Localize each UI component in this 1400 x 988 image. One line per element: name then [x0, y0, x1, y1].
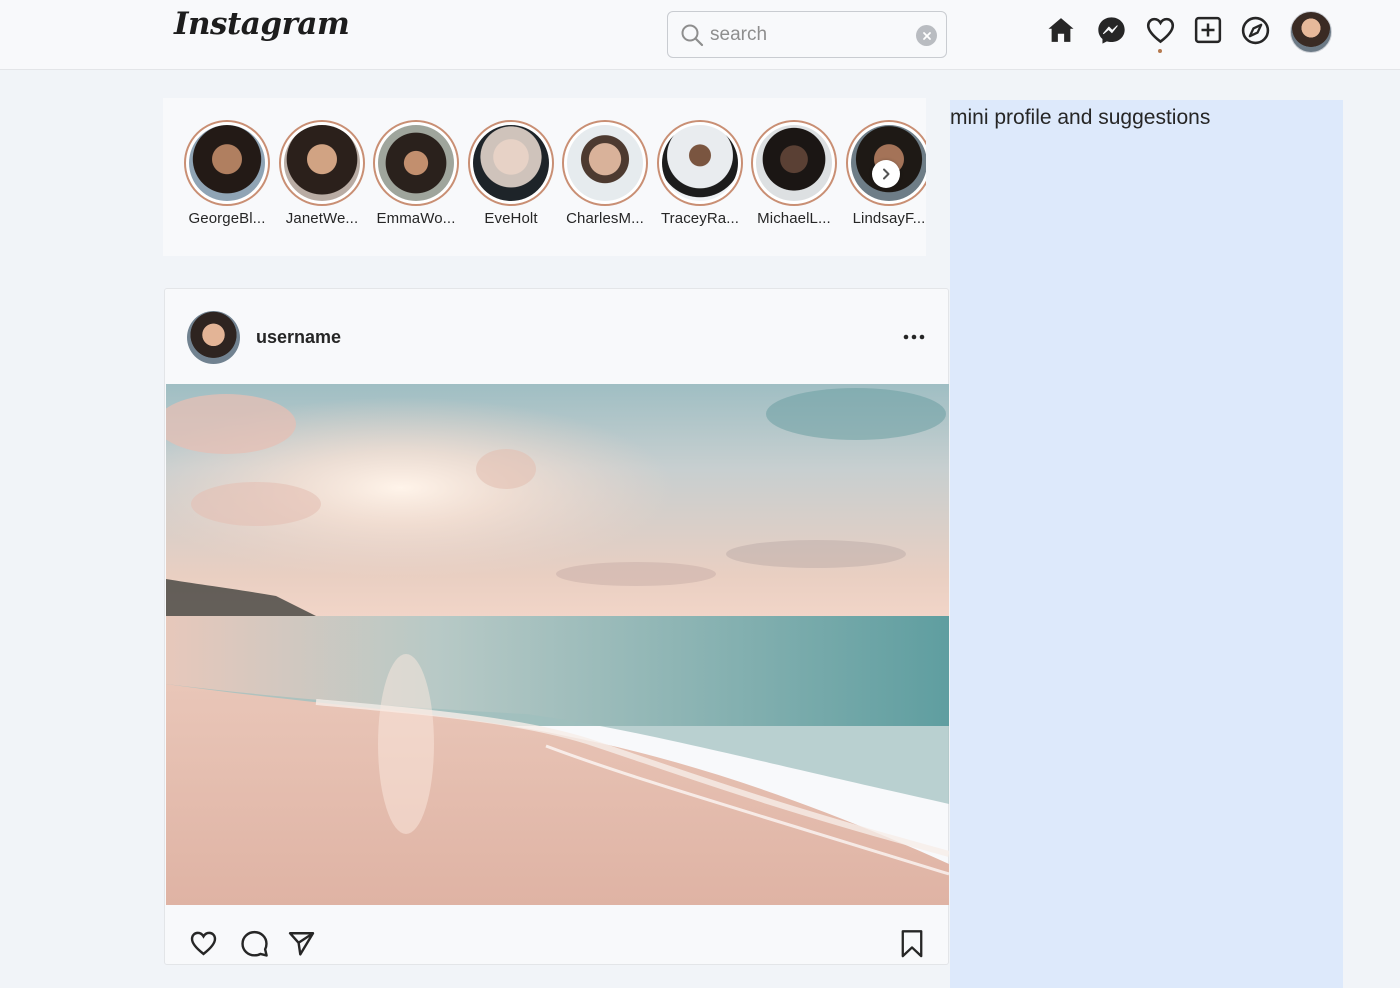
story-avatar [284, 125, 360, 201]
story-avatar [662, 125, 738, 201]
story-ring [279, 120, 365, 206]
story-item[interactable]: TraceyRa... [654, 120, 746, 227]
close-icon [922, 31, 931, 40]
story-name: LindsayF... [852, 210, 926, 227]
top-navbar: Instagram [0, 0, 1400, 70]
comment-icon[interactable] [240, 929, 269, 958]
explore-icon[interactable] [1240, 15, 1271, 46]
search-input[interactable] [710, 20, 910, 50]
home-icon[interactable] [1046, 15, 1076, 45]
stories-next-button[interactable] [872, 160, 900, 188]
heart-icon[interactable] [189, 929, 218, 958]
story-item[interactable]: JanetWe... [276, 120, 368, 227]
more-options-icon[interactable] [902, 327, 926, 347]
story-item[interactable]: EmmaWo... [370, 120, 462, 227]
sidebar-placeholder-text: mini profile and suggestions [950, 106, 1211, 129]
story-name: CharlesM... [566, 210, 644, 227]
story-ring [751, 120, 837, 206]
new-post-icon[interactable] [1193, 15, 1223, 45]
post-card: username [164, 288, 949, 965]
story-ring [562, 120, 648, 206]
post-username[interactable]: username [256, 327, 341, 348]
heart-icon[interactable] [1145, 15, 1176, 46]
story-avatar [756, 125, 832, 201]
story-item[interactable]: CharlesM... [559, 120, 651, 227]
post-avatar[interactable] [187, 311, 240, 364]
story-ring [184, 120, 270, 206]
story-name: EveHolt [484, 210, 538, 227]
story-item[interactable]: MichaelL... [748, 120, 840, 227]
post-image[interactable] [166, 384, 949, 905]
story-avatar [189, 125, 265, 201]
story-avatar [378, 125, 454, 201]
story-item[interactable]: GeorgeBl... [181, 120, 273, 227]
story-avatar [473, 125, 549, 201]
sidebar-mini-profile: mini profile and suggestions [950, 100, 1343, 988]
story-name: MichaelL... [757, 210, 831, 227]
notification-dot [1158, 49, 1162, 53]
messenger-icon[interactable] [1096, 15, 1127, 46]
clear-search-button[interactable] [916, 25, 937, 46]
bookmark-icon[interactable] [899, 929, 925, 959]
search-icon [681, 24, 704, 47]
stories-bar: GeorgeBl... JanetWe... EmmaWo... EveHolt… [163, 98, 926, 256]
profile-avatar[interactable] [1290, 11, 1332, 53]
share-icon[interactable] [287, 929, 316, 958]
story-name: GeorgeBl... [188, 210, 266, 227]
story-ring [468, 120, 554, 206]
story-item[interactable]: EveHolt [465, 120, 557, 227]
search-box[interactable] [667, 11, 947, 58]
chevron-right-icon [883, 168, 890, 180]
story-name: JanetWe... [285, 210, 359, 227]
instagram-logo[interactable]: Instagram [174, 6, 350, 42]
story-avatar [567, 125, 643, 201]
story-name: TraceyRa... [660, 210, 740, 227]
story-ring [657, 120, 743, 206]
story-ring [373, 120, 459, 206]
story-name: EmmaWo... [376, 210, 456, 227]
